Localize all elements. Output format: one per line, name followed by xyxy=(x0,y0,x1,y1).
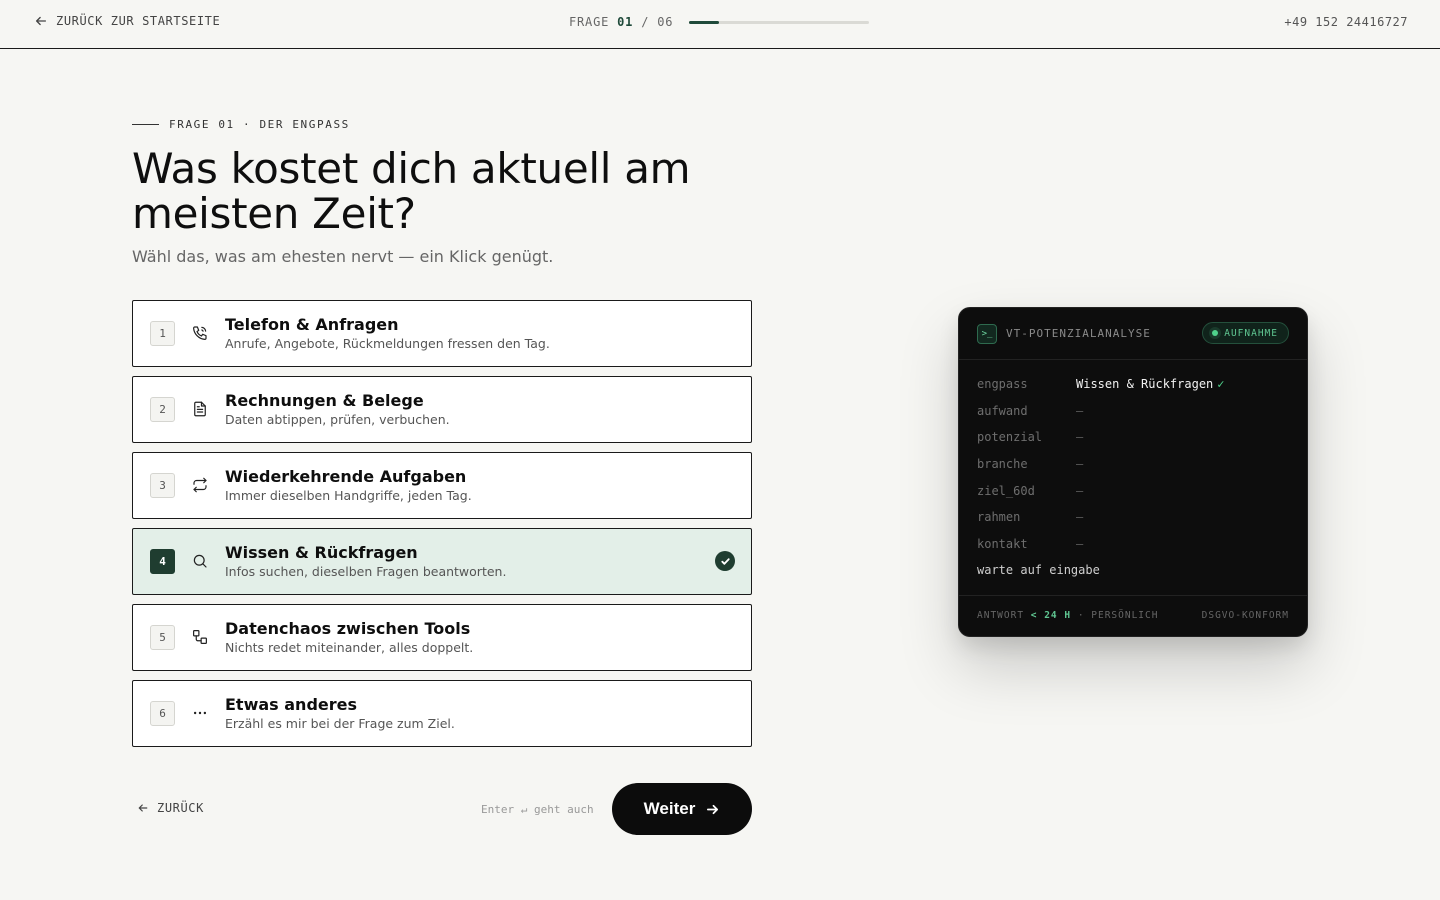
progress-total: 06 xyxy=(657,15,674,29)
option-title: Rechnungen & Belege xyxy=(225,391,424,410)
terminal-wait-line: warte auf eingabe xyxy=(977,563,1100,577)
workflow-icon xyxy=(191,628,209,646)
terminal-row-ziel: ziel_60d – xyxy=(977,484,1225,511)
option-description: Immer dieselben Handgriffe, jeden Tag. xyxy=(225,488,472,503)
terminal-row-branche: branche – xyxy=(977,457,1225,484)
footer-left-suffix: · PERSÖNLICH xyxy=(1071,610,1159,621)
terminal-fields: engpass Wissen & Rückfragen ✓ aufwand – p… xyxy=(977,377,1225,564)
arrow-left-icon xyxy=(35,16,47,26)
top-bar: ZURÜCK ZUR STARTSEITE FRAGE 01 / 06 +49 … xyxy=(0,0,1440,49)
back-button-label: ZURÜCK xyxy=(157,801,204,815)
question-eyebrow: FRAGE 01 · DER ENGPASS xyxy=(132,118,350,131)
page-subtitle: Wähl das, was am ehesten nervt — ein Kli… xyxy=(132,247,554,266)
footer-left-highlight: < 24 H xyxy=(1030,610,1072,621)
document-icon xyxy=(191,400,209,418)
progress-prefix: FRAGE xyxy=(569,15,610,29)
progress-current: 01 xyxy=(617,15,634,29)
field-key: aufwand xyxy=(977,403,1028,418)
phone-icon xyxy=(191,324,209,342)
option-description: Nichts redet miteinander, alles doppelt. xyxy=(225,640,474,655)
back-button[interactable]: ZURÜCK xyxy=(137,801,204,815)
option-wissen[interactable]: 4 Wissen & Rückfragen Infos suchen, dies… xyxy=(132,528,752,595)
answer-options: 1 Telefon & Anfragen Anrufe, Angebote, R… xyxy=(132,300,752,756)
eyebrow-line xyxy=(132,124,159,125)
option-number: 5 xyxy=(150,625,175,650)
next-button-label: Weiter xyxy=(643,799,696,818)
option-number: 4 xyxy=(150,549,175,574)
option-title: Telefon & Anfragen xyxy=(225,315,399,334)
option-etwas-anderes[interactable]: 6 Etwas anderes Erzähl es mir bei der Fr… xyxy=(132,680,752,747)
page-title: Was kostet dich aktuell am meisten Zeit? xyxy=(132,144,691,238)
field-value: – xyxy=(1076,430,1084,445)
footer-left-text: ANTWORT xyxy=(977,610,1031,621)
field-value: – xyxy=(1076,510,1084,525)
field-value: Wissen & Rückfragen ✓ xyxy=(1076,377,1225,404)
question-progress: FRAGE 01 / 06 xyxy=(569,15,870,29)
arrow-left-icon xyxy=(138,804,148,812)
terminal-row-rahmen: rahmen – xyxy=(977,510,1225,537)
option-number: 1 xyxy=(150,321,175,346)
progress-separator: / xyxy=(641,15,650,29)
search-icon xyxy=(191,552,209,570)
option-datenchaos[interactable]: 5 Datenchaos zwischen Tools Nichts redet… xyxy=(132,604,752,671)
terminal-icon: >_ xyxy=(977,324,997,344)
progress-bar xyxy=(689,20,870,24)
option-number: 3 xyxy=(150,473,175,498)
option-description: Daten abtippen, prüfen, verbuchen. xyxy=(225,412,450,427)
checkmark-icon: ✓ xyxy=(1217,377,1225,391)
repeat-icon xyxy=(191,476,209,494)
terminal-footer: ANTWORT < 24 H · PERSÖNLICH DSGVO-KONFOR… xyxy=(959,595,1307,636)
option-number: 2 xyxy=(150,397,175,422)
option-title: Wissen & Rückfragen xyxy=(225,543,418,562)
option-title: Datenchaos zwischen Tools xyxy=(225,619,471,638)
option-telefon[interactable]: 1 Telefon & Anfragen Anrufe, Angebote, R… xyxy=(132,300,752,367)
next-button[interactable]: Weiter xyxy=(612,783,752,835)
field-value: – xyxy=(1076,403,1084,418)
terminal-row-potenzial: potenzial – xyxy=(977,430,1225,457)
phone-number[interactable]: +49 152 24416727 xyxy=(1284,15,1408,29)
option-rechnungen[interactable]: 2 Rechnungen & Belege Daten abtippen, pr… xyxy=(132,376,752,443)
option-title: Etwas anderes xyxy=(225,695,358,714)
eyebrow-text: FRAGE 01 · DER ENGPASS xyxy=(169,118,350,131)
field-key: potenzial xyxy=(977,430,1043,445)
status-dot-icon xyxy=(1212,330,1219,336)
progress-bar-fill xyxy=(689,20,720,24)
option-title: Wiederkehrende Aufgaben xyxy=(225,467,467,486)
back-to-home-link[interactable]: ZURÜCK ZUR STARTSEITE xyxy=(34,14,220,28)
analysis-terminal-card: >_ VT-POTENZIALANALYSE AUFNAHME engpass … xyxy=(958,307,1308,637)
terminal-row-engpass: engpass Wissen & Rückfragen ✓ xyxy=(977,377,1225,404)
option-description: Infos suchen, dieselben Fragen beantwort… xyxy=(225,564,507,579)
recording-badge: AUFNAHME xyxy=(1202,322,1289,344)
back-to-home-label: ZURÜCK ZUR STARTSEITE xyxy=(56,14,221,28)
option-description: Erzähl es mir bei der Frage zum Ziel. xyxy=(225,716,455,731)
field-value: – xyxy=(1076,537,1084,552)
field-key: engpass xyxy=(977,377,1028,391)
field-key: ziel_60d xyxy=(977,483,1035,498)
terminal-row-aufwand: aufwand – xyxy=(977,404,1225,431)
field-key: branche xyxy=(977,457,1028,472)
arrow-right-icon xyxy=(707,804,719,814)
check-icon xyxy=(715,551,735,571)
more-icon xyxy=(191,704,209,722)
field-value: – xyxy=(1076,457,1084,472)
recording-badge-label: AUFNAHME xyxy=(1224,327,1278,339)
field-value: – xyxy=(1076,483,1084,498)
field-key: rahmen xyxy=(977,510,1021,525)
terminal-row-kontakt: kontakt – xyxy=(977,537,1225,564)
option-wiederkehrend[interactable]: 3 Wiederkehrende Aufgaben Immer dieselbe… xyxy=(132,452,752,519)
gdpr-note: DSGVO-KONFORM xyxy=(1201,610,1289,621)
field-key: kontakt xyxy=(977,537,1028,552)
option-description: Anrufe, Angebote, Rückmeldungen fressen … xyxy=(225,336,550,351)
terminal-title: VT-POTENZIALANALYSE xyxy=(1006,327,1151,340)
field-value-text: Wissen & Rückfragen xyxy=(1076,377,1214,391)
option-number: 6 xyxy=(150,701,175,726)
keyboard-hint: Enter ↵ geht auch xyxy=(481,803,594,816)
response-time-note: ANTWORT < 24 H · PERSÖNLICH xyxy=(977,610,1158,621)
terminal-header: >_ VT-POTENZIALANALYSE AUFNAHME xyxy=(959,308,1307,360)
